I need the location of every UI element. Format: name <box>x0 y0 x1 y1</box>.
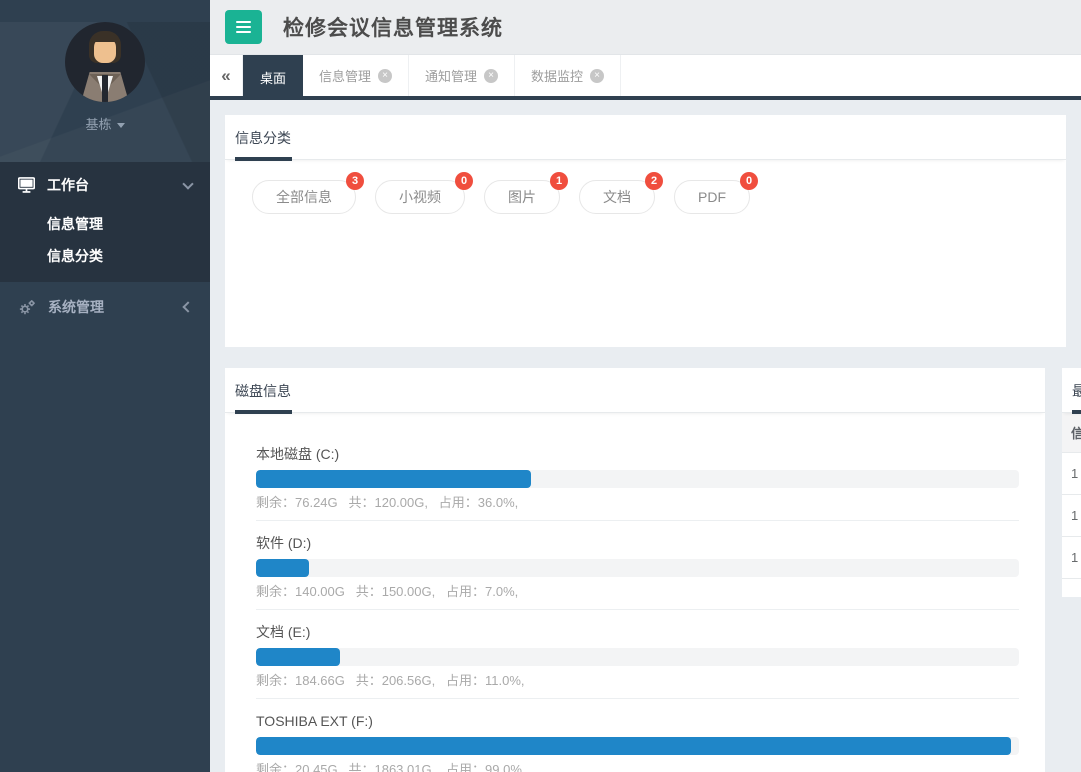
table-row: 1 <box>1062 453 1081 495</box>
latest-info-panel: 最 信 1 1 1 <box>1062 368 1081 597</box>
tab-label: 数据监控 <box>531 66 583 85</box>
disk-usage-text: 剩余：140.00G 共：150.00G, 占用：7.0%, <box>256 583 1019 600</box>
tab-info-management[interactable]: 信息管理 × <box>303 55 409 96</box>
table-cell: 1 <box>1071 466 1078 481</box>
category-buttons: 全部信息 3 小视频 0 图片 1 文档 2 <box>225 160 1066 214</box>
disk-name: TOSHIBA EXT (F:) <box>256 712 1019 730</box>
table-row: 1 <box>1062 495 1081 537</box>
count-badge: 0 <box>455 172 473 190</box>
chevron-down-icon <box>182 178 193 189</box>
title-underline <box>235 410 292 414</box>
avatar-fringe <box>91 35 119 42</box>
app-window: 基栋 工作台 信息管理 信息分类 <box>0 0 1081 772</box>
disk-usage-text: 剩余：20.45G 共：1863.01G, 占用：99.0%, <box>256 761 1019 772</box>
info-category-panel: 信息分类 全部信息 3 小视频 0 图片 1 <box>225 115 1066 347</box>
disk-name: 文档 (E:) <box>256 623 1019 641</box>
caret-down-icon <box>117 123 125 128</box>
latest-info-table: 信 1 1 1 <box>1062 413 1081 579</box>
disk-usage-bar <box>256 470 1019 488</box>
table-header-row: 信 <box>1062 413 1081 453</box>
disk-row-f: TOSHIBA EXT (F:) 剩余：20.45G 共：1863.01G, 占… <box>256 712 1019 772</box>
username-label: 基栋 <box>85 117 111 132</box>
table-cell: 1 <box>1071 550 1078 565</box>
disk-usage-bar <box>256 559 1019 577</box>
tab-bar: « 桌面 信息管理 × 通知管理 × 数据监控 × <box>210 55 1081 100</box>
main-area: 检修会议信息管理系统 « 桌面 信息管理 × 通知管理 × 数据监控 × <box>210 0 1081 772</box>
sidebar-item-info-management[interactable]: 信息管理 <box>47 208 210 240</box>
menu-toggle-button[interactable] <box>225 10 262 44</box>
content-area: 信息分类 全部信息 3 小视频 0 图片 1 <box>210 100 1081 772</box>
disk-usage-bar <box>256 737 1019 755</box>
panel-title: 信息分类 <box>235 128 291 148</box>
avatar-tie <box>102 75 108 102</box>
category-button-video[interactable]: 小视频 0 <box>375 180 465 214</box>
tab-desktop[interactable]: 桌面 <box>243 55 303 100</box>
category-button-image[interactable]: 图片 1 <box>484 180 560 214</box>
count-badge: 0 <box>740 172 758 190</box>
panel-header: 最 <box>1062 368 1081 413</box>
disk-row-e: 文档 (E:) 剩余：184.66G 共：206.56G, 占用：11.0%, <box>256 623 1019 699</box>
panel-header: 磁盘信息 <box>225 368 1045 413</box>
topbar: 检修会议信息管理系统 <box>210 0 1081 55</box>
disk-usage-fill <box>256 470 531 488</box>
table-row: 1 <box>1062 537 1081 579</box>
category-button-pdf[interactable]: PDF 0 <box>674 180 750 214</box>
disk-usage-fill <box>256 737 1011 755</box>
sidebar-item-label: 工作台 <box>47 175 184 195</box>
category-button-all[interactable]: 全部信息 3 <box>252 180 356 214</box>
close-icon[interactable]: × <box>378 69 392 83</box>
title-underline <box>1072 410 1081 414</box>
tab-label: 信息管理 <box>319 66 371 85</box>
sidebar-nav: 工作台 信息管理 信息分类 <box>0 162 210 332</box>
chevron-left-icon <box>182 301 193 312</box>
sidebar-item-system-management[interactable]: 系统管理 <box>0 282 210 332</box>
count-badge: 1 <box>550 172 568 190</box>
title-underline <box>235 157 292 161</box>
hamburger-icon <box>236 21 251 23</box>
disk-name: 本地磁盘 (C:) <box>256 445 1019 463</box>
workbench-submenu: 信息管理 信息分类 <box>0 208 210 272</box>
sidebar: 基栋 工作台 信息管理 信息分类 <box>0 0 210 772</box>
count-badge: 3 <box>346 172 364 190</box>
disk-info-panel: 磁盘信息 本地磁盘 (C:) 剩余：76.24G 共：120.00G, 占用：3… <box>225 368 1045 772</box>
disk-usage-fill <box>256 559 309 577</box>
disk-usage-bar <box>256 648 1019 666</box>
menu-group-workbench: 工作台 信息管理 信息分类 <box>0 162 210 282</box>
panel-header: 信息分类 <box>225 115 1066 160</box>
disk-row-c: 本地磁盘 (C:) 剩余：76.24G 共：120.00G, 占用：36.0%, <box>256 445 1019 521</box>
gears-icon <box>18 299 36 316</box>
user-profile: 基栋 <box>0 22 210 162</box>
tab-data-monitor[interactable]: 数据监控 × <box>515 55 621 96</box>
disk-usage-text: 剩余：76.24G 共：120.00G, 占用：36.0%, <box>256 494 1019 511</box>
sidebar-item-info-category[interactable]: 信息分类 <box>47 240 210 272</box>
disk-usage-text: 剩余：184.66G 共：206.56G, 占用：11.0%, <box>256 672 1019 689</box>
tab-notice-management[interactable]: 通知管理 × <box>409 55 515 96</box>
disk-row-d: 软件 (D:) 剩余：140.00G 共：150.00G, 占用：7.0%, <box>256 534 1019 610</box>
sidebar-item-workbench[interactable]: 工作台 <box>0 162 210 208</box>
page-title: 检修会议信息管理系统 <box>283 12 503 42</box>
close-icon[interactable]: × <box>484 69 498 83</box>
tabs-scroll-left-button[interactable]: « <box>210 55 243 96</box>
tab-label: 通知管理 <box>425 66 477 85</box>
tab-label: 桌面 <box>260 68 286 87</box>
username-dropdown[interactable]: 基栋 <box>85 114 124 133</box>
sidebar-item-label: 系统管理 <box>48 297 184 317</box>
category-button-doc[interactable]: 文档 2 <box>579 180 655 214</box>
disk-list: 本地磁盘 (C:) 剩余：76.24G 共：120.00G, 占用：36.0%,… <box>225 413 1045 772</box>
panel-title: 磁盘信息 <box>235 381 291 401</box>
avatar[interactable] <box>65 22 145 102</box>
count-badge: 2 <box>645 172 663 190</box>
table-header-cell: 信 <box>1071 423 1081 442</box>
close-icon[interactable]: × <box>590 69 604 83</box>
panel-title: 最 <box>1072 381 1081 401</box>
monitor-icon <box>18 177 35 193</box>
table-cell: 1 <box>1071 508 1078 523</box>
disk-name: 软件 (D:) <box>256 534 1019 552</box>
second-row: 磁盘信息 本地磁盘 (C:) 剩余：76.24G 共：120.00G, 占用：3… <box>225 368 1081 772</box>
disk-usage-fill <box>256 648 340 666</box>
